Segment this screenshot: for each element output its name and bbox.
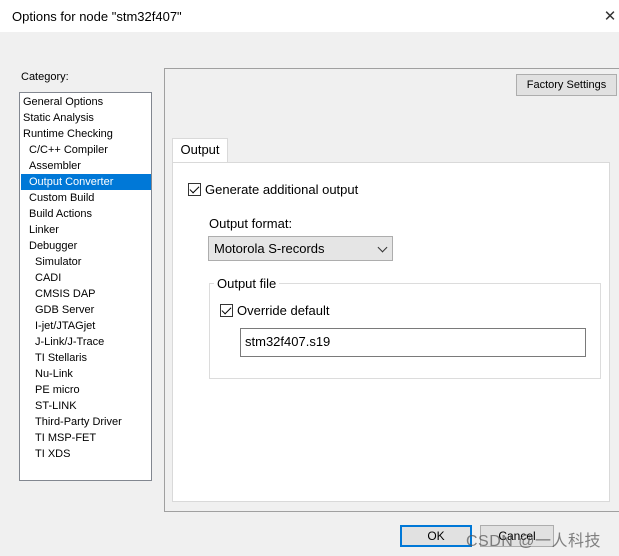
category-item[interactable]: Runtime Checking [21, 126, 151, 142]
override-default-checkbox[interactable] [220, 304, 233, 317]
category-item[interactable]: TI Stellaris [21, 350, 151, 366]
output-file-field[interactable]: stm32f407.s19 [240, 328, 586, 357]
output-format-select[interactable]: Motorola S-records [208, 236, 393, 261]
category-item[interactable]: GDB Server [21, 302, 151, 318]
category-item[interactable]: Third-Party Driver [21, 414, 151, 430]
close-icon[interactable]: ✕ [601, 0, 619, 32]
category-item[interactable]: Debugger [21, 238, 151, 254]
category-item[interactable]: Nu-Link [21, 366, 151, 382]
category-item[interactable]: PE micro [21, 382, 151, 398]
category-item[interactable]: General Options [21, 94, 151, 110]
output-format-value: Motorola S-records [214, 241, 325, 256]
category-item[interactable]: ST-LINK [21, 398, 151, 414]
category-item[interactable]: C/C++ Compiler [21, 142, 151, 158]
category-item[interactable]: J-Link/J-Trace [21, 334, 151, 350]
category-item[interactable]: TI XDS [21, 446, 151, 462]
ok-button[interactable]: OK [400, 525, 472, 547]
category-label: Category: [21, 71, 69, 83]
category-item[interactable]: CADI [21, 270, 151, 286]
tab-output[interactable]: Output [172, 138, 228, 162]
output-format-label: Output format: [209, 216, 293, 231]
window-title: Options for node "stm32f407" [12, 9, 182, 24]
override-default-label: Override default [237, 303, 330, 318]
title-bar: Options for node "stm32f407" ✕ [0, 0, 619, 32]
output-file-group-title: Output file [214, 276, 280, 291]
category-item[interactable]: I-jet/JTAGjet [21, 318, 151, 334]
category-item[interactable]: Build Actions [21, 206, 151, 222]
chevron-down-icon [377, 242, 388, 253]
factory-settings-button[interactable]: Factory Settings [516, 74, 617, 96]
generate-additional-output-label: Generate additional output [205, 182, 359, 197]
watermark: CSDN @一人科技 [466, 533, 602, 550]
category-item[interactable]: CMSIS DAP [21, 286, 151, 302]
category-list[interactable]: General Options Static Analysis Runtime Ch… [19, 92, 152, 481]
generate-additional-output-checkbox[interactable] [188, 183, 201, 196]
category-item[interactable]: Assembler [21, 158, 151, 174]
category-item[interactable]: TI MSP-FET [21, 430, 151, 446]
category-item[interactable]: Static Analysis [21, 110, 151, 126]
category-item[interactable]: Custom Build [21, 190, 151, 206]
category-item[interactable]: Simulator [21, 254, 151, 270]
category-item[interactable]: Output Converter [21, 174, 151, 190]
category-item[interactable]: Linker [21, 222, 151, 238]
